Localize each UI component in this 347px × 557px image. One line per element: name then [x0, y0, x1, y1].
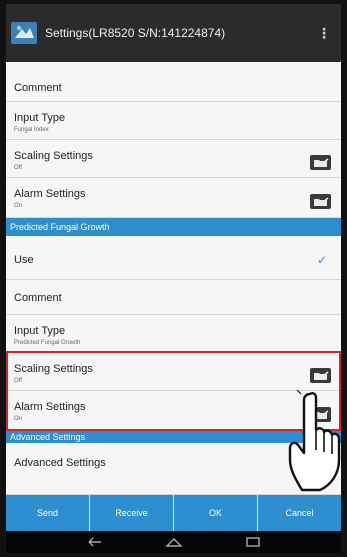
input-type-value: Fungal Index — [14, 127, 49, 133]
overflow-menu-icon[interactable]: ⋮ — [315, 25, 333, 42]
scaling-settings-row[interactable]: Scaling Settings Off — [6, 140, 341, 178]
scaling-settings-label: Scaling Settings — [14, 150, 93, 162]
alarm-settings-label: Alarm Settings — [14, 188, 86, 200]
comment-label: Comment — [14, 292, 62, 304]
input-type-value: Predicted Fungal Growth — [14, 340, 81, 346]
pointing-hand-icon — [288, 390, 341, 492]
input-type-row[interactable]: Input Type Fungal Index — [6, 102, 341, 140]
title-bar: Settings(LR8520 S/N:141224874) ⋮ — [6, 4, 341, 62]
window-title: Settings(LR8520 S/N:141224874) — [45, 26, 226, 40]
input-type-label: Input Type — [14, 112, 66, 124]
check-icon[interactable]: ✓ — [317, 254, 329, 266]
folder-settings-icon[interactable] — [310, 194, 331, 209]
input-type-label: Input Type — [14, 325, 66, 337]
folder-settings-icon[interactable] — [310, 155, 331, 170]
back-nav-icon[interactable] — [83, 535, 107, 549]
scaling-settings-value: Off — [14, 165, 22, 171]
home-nav-icon[interactable] — [162, 535, 186, 549]
input-type-row[interactable]: Input Type Predicted Fungal Growth — [6, 315, 341, 353]
system-nav-bar — [6, 531, 341, 553]
comment-row[interactable]: Comment — [6, 62, 341, 102]
app-icon — [11, 22, 37, 44]
use-label: Use — [14, 254, 34, 266]
advanced-settings-label: Advanced Settings — [14, 457, 106, 469]
send-button[interactable]: Send — [6, 495, 90, 531]
receive-button[interactable]: Receive — [90, 495, 174, 531]
alarm-settings-value: On — [14, 203, 23, 209]
use-row[interactable]: Use ✓ — [6, 236, 341, 280]
recent-apps-icon[interactable] — [241, 535, 265, 549]
comment-row[interactable]: Comment — [6, 280, 341, 315]
section-header-predicted: Predicted Fungal Growth — [6, 218, 341, 236]
app-screen: Settings(LR8520 S/N:141224874) ⋮ Comment… — [6, 4, 341, 553]
ok-button[interactable]: OK — [174, 495, 258, 531]
comment-label: Comment — [14, 82, 62, 94]
alarm-settings-row[interactable]: Alarm Settings On — [6, 178, 341, 218]
bottom-action-bar: Send Receive OK Cancel — [6, 495, 341, 531]
cancel-button[interactable]: Cancel — [258, 495, 341, 531]
